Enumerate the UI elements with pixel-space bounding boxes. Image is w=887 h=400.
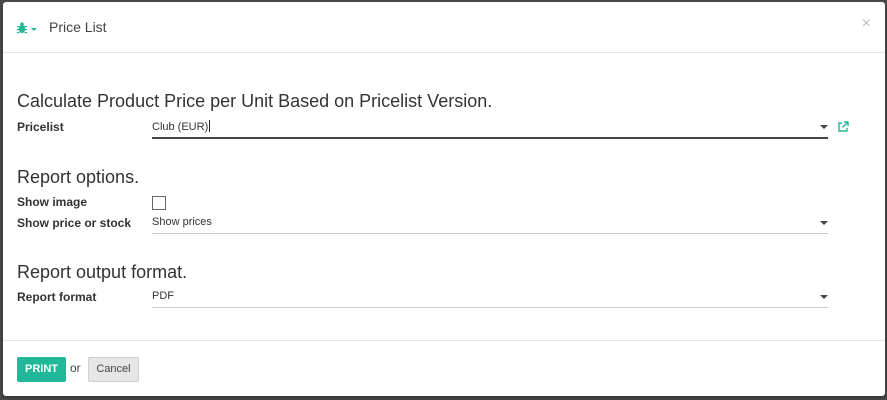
report-format-value: PDF [152,290,174,302]
dialog-header: Price List × [3,2,885,53]
chevron-down-icon[interactable] [820,295,828,299]
chevron-down-icon[interactable] [820,125,828,129]
text-cursor [209,120,211,132]
pricelist-label: Pricelist [17,120,64,134]
show-price-or-stock-label: Show price or stock [17,216,132,230]
report-options-title: Report options. [17,167,140,187]
pricelist-select[interactable]: Club (EUR) [152,119,828,139]
close-icon[interactable]: × [862,16,871,32]
bug-icon[interactable] [16,20,42,36]
show-price-or-stock-select[interactable]: Show prices [152,215,828,234]
output-format-title: Report output format. [17,262,188,282]
cancel-button[interactable]: Cancel [88,357,139,382]
pricelist-value: Club (EUR) [152,120,211,133]
external-link-icon[interactable] [837,120,849,132]
report-format-select[interactable]: PDF [152,289,828,308]
show-price-or-stock-value: Show prices [152,216,212,228]
print-button[interactable]: PRINT [17,357,66,382]
show-image-label: Show image [17,195,88,209]
chevron-down-icon[interactable] [820,221,828,225]
report-format-label: Report format [17,290,97,304]
show-image-checkbox[interactable] [152,196,166,210]
dialog-footer: PRINT or Cancel [3,340,885,397]
or-text: or [70,361,81,375]
pricelist-section-title: Calculate Product Price per Unit Based o… [17,91,493,111]
dialog-title: Price List [49,19,107,35]
price-list-dialog: Price List × Calculate Product Price per… [3,2,885,396]
